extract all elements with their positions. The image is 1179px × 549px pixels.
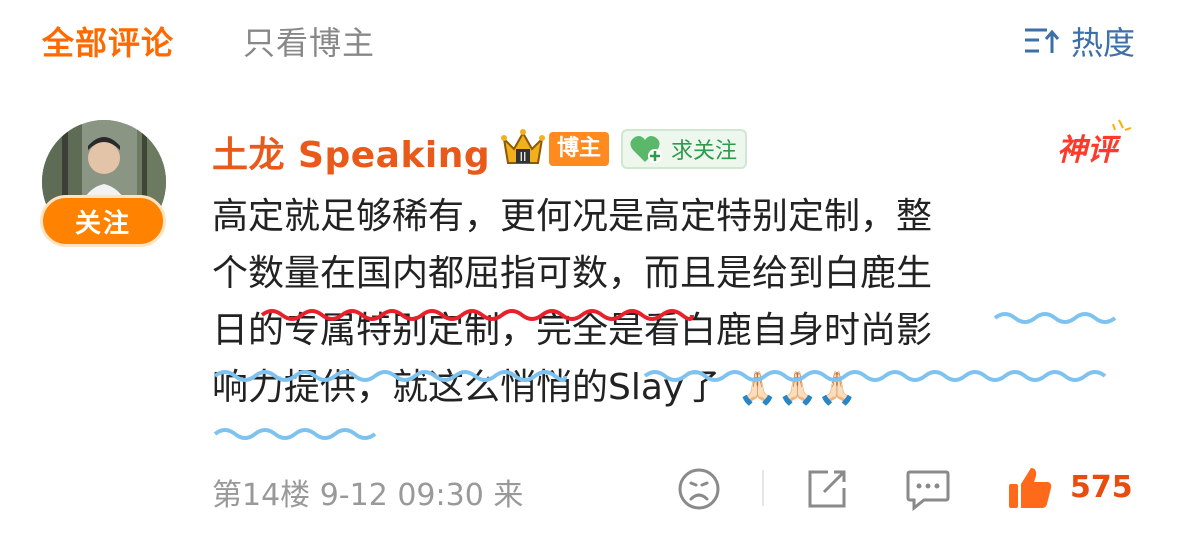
blue-wave-underline xyxy=(643,370,1107,382)
red-wave-underline xyxy=(260,309,694,321)
reply-icon[interactable] xyxy=(904,466,952,512)
meta-fade xyxy=(520,465,610,515)
like-count: 575 xyxy=(1070,470,1133,505)
divider xyxy=(762,470,764,506)
comment-meta: 第14楼 9-12 09:30 来 xyxy=(212,478,524,513)
share-icon[interactable] xyxy=(804,466,850,512)
dislike-face-icon[interactable] xyxy=(676,466,722,512)
blue-wave-underline xyxy=(993,312,1117,324)
blue-wave-underline xyxy=(213,370,567,382)
like-icon[interactable] xyxy=(1006,464,1054,512)
blue-wave-underline xyxy=(213,428,377,440)
